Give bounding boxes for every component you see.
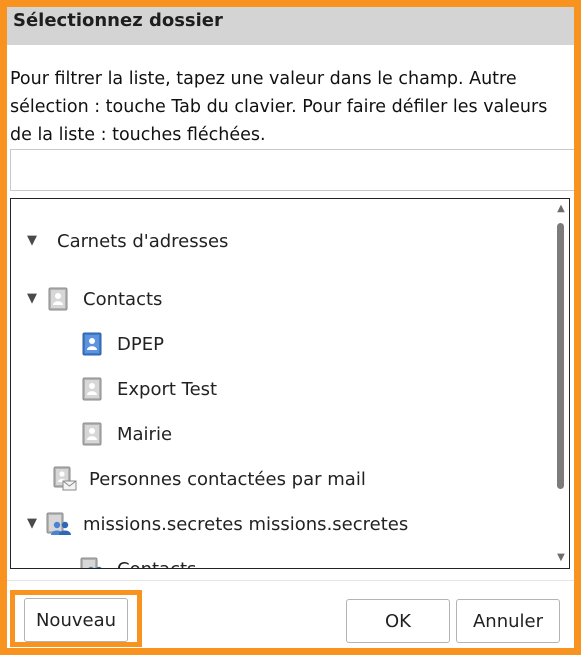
tree-item-export-test[interactable]: Export Test [79,372,217,406]
tree-item-carnets-adresses[interactable]: ▼ Carnets d'adresses [25,224,228,258]
tree-item-missions-secretes[interactable]: ▼ missions.secretes missions.secretes [25,507,408,541]
expanded-triangle-icon[interactable]: ▼ [25,234,39,248]
tree-item-contacts[interactable]: ▼ Contacts [25,282,162,316]
tree-item-label: Contacts [83,288,163,310]
expanded-triangle-icon[interactable]: ▼ [25,517,39,531]
tree-item-label: DPEP [117,333,164,355]
tree-item-personnes-contactees[interactable]: Personnes contactées par mail [51,462,366,496]
select-folder-dialog: Sélectionnez dossier Pour filtrer la lis… [0,0,581,655]
ok-button[interactable]: OK [346,599,450,643]
tree-item-label: Carnets d'adresses [57,230,229,252]
address-book-gray-icon [45,286,71,312]
filter-input[interactable] [10,149,574,191]
new-button[interactable]: Nouveau [24,598,128,642]
new-button-highlight: Nouveau [10,590,142,647]
instructions-line: Pour filtrer la liste, tapez une valeur … [10,69,517,89]
dialog-title-bar: Sélectionnez dossier [7,7,574,45]
address-book-gray-icon [79,421,105,447]
instructions-line: de la liste : touches fléchées. [10,125,266,145]
address-book-mail-icon [51,466,77,492]
cancel-button[interactable]: Annuler [456,599,560,643]
tree-item-dpep[interactable]: DPEP [79,327,164,361]
tree-item-mairie[interactable]: Mairie [79,417,172,451]
footer-divider [7,580,574,581]
instructions-text: Pour filtrer la liste, tapez une valeur … [10,65,574,149]
instructions-line: sélection : touche Tab du clavier. Pour … [10,97,548,117]
tree-scrollbar[interactable]: ▲ ▼ [553,199,569,568]
address-book-blue-icon [79,331,105,357]
tree-item-shared-contacts[interactable]: Contacts [79,552,197,569]
scroll-up-arrow-icon[interactable]: ▲ [553,202,569,216]
shared-contacts-icon [79,556,105,568]
scrollbar-thumb[interactable] [557,223,564,489]
dialog-title: Sélectionnez dossier [13,10,223,31]
shared-address-book-icon [45,511,71,537]
address-book-gray-icon [79,376,105,402]
folder-tree[interactable]: ▼ Carnets d'adresses ▼ Contacts DPEP Exp… [10,198,570,569]
scroll-down-arrow-icon[interactable]: ▼ [553,551,569,565]
tree-item-label: Mairie [117,423,173,445]
tree-item-label: Export Test [117,378,218,400]
expanded-triangle-icon[interactable]: ▼ [25,292,39,306]
tree-item-label: missions.secretes missions.secretes [83,513,409,535]
tree-item-label: Personnes contactées par mail [89,468,366,490]
tree-item-label: Contacts [117,558,197,569]
